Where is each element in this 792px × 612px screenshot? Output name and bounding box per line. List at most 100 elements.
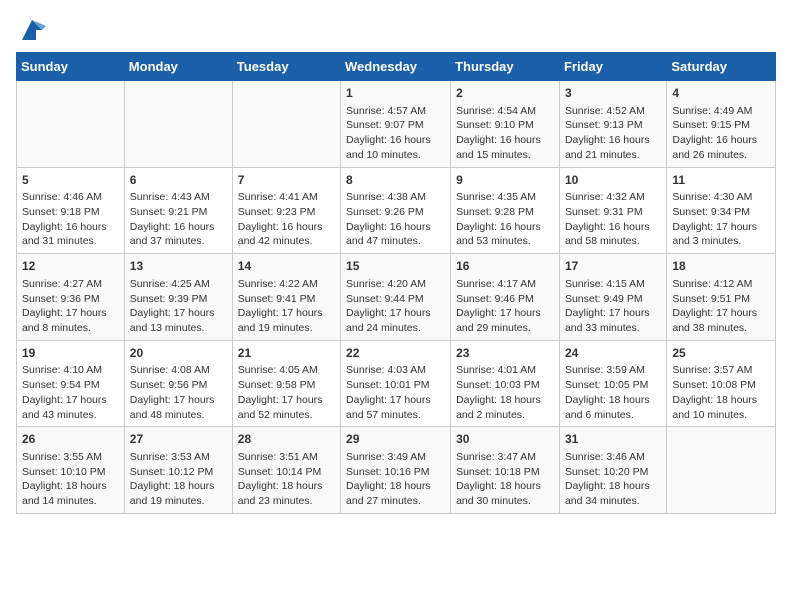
page-header <box>16 16 776 44</box>
calendar-cell: 29 Sunrise: 3:49 AM Sunset: 10:16 PM Dayl… <box>341 427 451 514</box>
calendar-cell: 21 Sunrise: 4:05 AM Sunset: 9:58 PM Dayli… <box>232 340 340 427</box>
day-info: Sunrise: 3:49 AM Sunset: 10:16 PM Daylig… <box>346 451 431 507</box>
calendar-cell: 16Sunrise: 4:17 AM Sunset: 9:46 PM Dayli… <box>451 254 560 341</box>
day-number: 6 <box>130 172 227 189</box>
day-info: Sunrise: 4:10 AM Sunset: 9:54 PM Dayligh… <box>22 364 107 420</box>
day-number: 11 <box>672 172 770 189</box>
day-number: 30 <box>456 431 554 448</box>
calendar-cell: 6Sunrise: 4:43 AM Sunset: 9:21 PM Daylig… <box>124 167 232 254</box>
logo-icon <box>18 16 46 44</box>
calendar-cell: 20Sunrise: 4:08 AM Sunset: 9:56 PM Dayli… <box>124 340 232 427</box>
week-row-1: 1Sunrise: 4:57 AM Sunset: 9:07 PM Daylig… <box>17 81 776 168</box>
calendar-table: SundayMondayTuesdayWednesdayThursdayFrid… <box>16 52 776 514</box>
day-info: Sunrise: 4:01 AM Sunset: 10:03 PM Daylig… <box>456 364 541 420</box>
calendar-cell: 18 Sunrise: 4:12 AM Sunset: 9:51 PM Dayli… <box>667 254 776 341</box>
day-number: 18 <box>672 258 770 275</box>
day-info: Sunrise: 3:47 AM Sunset: 10:18 PM Daylig… <box>456 451 541 507</box>
calendar-cell: 10 Sunrise: 4:32 AM Sunset: 9:31 PM Dayli… <box>559 167 666 254</box>
day-info: Sunrise: 4:30 AM Sunset: 9:34 PM Dayligh… <box>672 191 757 247</box>
day-number: 3 <box>565 85 661 102</box>
day-info: Sunrise: 4:32 AM Sunset: 9:31 PM Dayligh… <box>565 191 650 247</box>
calendar-cell <box>124 81 232 168</box>
day-number: 28 <box>238 431 335 448</box>
calendar-cell: 15 Sunrise: 4:20 AM Sunset: 9:44 PM Dayli… <box>341 254 451 341</box>
calendar-cell: 30 Sunrise: 3:47 AM Sunset: 10:18 PM Dayl… <box>451 427 560 514</box>
day-info: Sunrise: 4:12 AM Sunset: 9:51 PM Dayligh… <box>672 278 757 334</box>
calendar-cell: 22 Sunrise: 4:03 AM Sunset: 10:01 PM Dayl… <box>341 340 451 427</box>
week-row-3: 12Sunrise: 4:27 AM Sunset: 9:36 PM Dayli… <box>17 254 776 341</box>
calendar-cell: 8 Sunrise: 4:38 AM Sunset: 9:26 PM Daylig… <box>341 167 451 254</box>
day-number: 20 <box>130 345 227 362</box>
day-info: Sunrise: 4:05 AM Sunset: 9:58 PM Dayligh… <box>238 364 323 420</box>
day-info: Sunrise: 3:51 AM Sunset: 10:14 PM Daylig… <box>238 451 323 507</box>
day-info: Sunrise: 4:49 AM Sunset: 9:15 PM Dayligh… <box>672 105 757 161</box>
calendar-cell: 4 Sunrise: 4:49 AM Sunset: 9:15 PM Daylig… <box>667 81 776 168</box>
day-number: 9 <box>456 172 554 189</box>
calendar-cell: 9Sunrise: 4:35 AM Sunset: 9:28 PM Daylig… <box>451 167 560 254</box>
day-number: 25 <box>672 345 770 362</box>
calendar-cell <box>667 427 776 514</box>
day-info: Sunrise: 4:46 AM Sunset: 9:18 PM Dayligh… <box>22 191 107 247</box>
day-info: Sunrise: 4:38 AM Sunset: 9:26 PM Dayligh… <box>346 191 431 247</box>
week-row-4: 19 Sunrise: 4:10 AM Sunset: 9:54 PM Dayli… <box>17 340 776 427</box>
day-info: Sunrise: 4:57 AM Sunset: 9:07 PM Dayligh… <box>346 105 431 161</box>
day-number: 17 <box>565 258 661 275</box>
calendar-cell: 23Sunrise: 4:01 AM Sunset: 10:03 PM Dayl… <box>451 340 560 427</box>
calendar-cell: 3 Sunrise: 4:52 AM Sunset: 9:13 PM Daylig… <box>559 81 666 168</box>
day-number: 14 <box>238 258 335 275</box>
day-header-saturday: Saturday <box>667 53 776 81</box>
day-header-wednesday: Wednesday <box>341 53 451 81</box>
day-number: 2 <box>456 85 554 102</box>
calendar-cell <box>17 81 125 168</box>
day-info: Sunrise: 4:20 AM Sunset: 9:44 PM Dayligh… <box>346 278 431 334</box>
day-number: 21 <box>238 345 335 362</box>
day-number: 29 <box>346 431 445 448</box>
day-number: 7 <box>238 172 335 189</box>
calendar-cell: 25 Sunrise: 3:57 AM Sunset: 10:08 PM Dayl… <box>667 340 776 427</box>
calendar-cell: 12Sunrise: 4:27 AM Sunset: 9:36 PM Dayli… <box>17 254 125 341</box>
day-number: 4 <box>672 85 770 102</box>
calendar-cell: 13 Sunrise: 4:25 AM Sunset: 9:39 PM Dayli… <box>124 254 232 341</box>
day-number: 5 <box>22 172 119 189</box>
day-info: Sunrise: 3:57 AM Sunset: 10:08 PM Daylig… <box>672 364 757 420</box>
day-info: Sunrise: 4:22 AM Sunset: 9:41 PM Dayligh… <box>238 278 323 334</box>
calendar-cell: 19 Sunrise: 4:10 AM Sunset: 9:54 PM Dayli… <box>17 340 125 427</box>
calendar-cell: 28 Sunrise: 3:51 AM Sunset: 10:14 PM Dayl… <box>232 427 340 514</box>
day-info: Sunrise: 4:03 AM Sunset: 10:01 PM Daylig… <box>346 364 431 420</box>
week-row-2: 5 Sunrise: 4:46 AM Sunset: 9:18 PM Daylig… <box>17 167 776 254</box>
calendar-cell: 11 Sunrise: 4:30 AM Sunset: 9:34 PM Dayli… <box>667 167 776 254</box>
day-number: 13 <box>130 258 227 275</box>
calendar-cell: 31 Sunrise: 3:46 AM Sunset: 10:20 PM Dayl… <box>559 427 666 514</box>
day-number: 8 <box>346 172 445 189</box>
day-info: Sunrise: 3:55 AM Sunset: 10:10 PM Daylig… <box>22 451 107 507</box>
day-number: 24 <box>565 345 661 362</box>
day-info: Sunrise: 3:46 AM Sunset: 10:20 PM Daylig… <box>565 451 650 507</box>
day-number: 26 <box>22 431 119 448</box>
calendar-cell: 5 Sunrise: 4:46 AM Sunset: 9:18 PM Daylig… <box>17 167 125 254</box>
day-info: Sunrise: 4:41 AM Sunset: 9:23 PM Dayligh… <box>238 191 323 247</box>
day-number: 15 <box>346 258 445 275</box>
day-header-tuesday: Tuesday <box>232 53 340 81</box>
day-number: 19 <box>22 345 119 362</box>
calendar-cell: 27Sunrise: 3:53 AM Sunset: 10:12 PM Dayl… <box>124 427 232 514</box>
day-info: Sunrise: 4:25 AM Sunset: 9:39 PM Dayligh… <box>130 278 215 334</box>
calendar-cell: 7 Sunrise: 4:41 AM Sunset: 9:23 PM Daylig… <box>232 167 340 254</box>
calendar-cell: 14 Sunrise: 4:22 AM Sunset: 9:41 PM Dayli… <box>232 254 340 341</box>
calendar-header-row: SundayMondayTuesdayWednesdayThursdayFrid… <box>17 53 776 81</box>
week-row-5: 26 Sunrise: 3:55 AM Sunset: 10:10 PM Dayl… <box>17 427 776 514</box>
calendar-cell <box>232 81 340 168</box>
day-info: Sunrise: 4:15 AM Sunset: 9:49 PM Dayligh… <box>565 278 650 334</box>
calendar-cell: 2 Sunrise: 4:54 AM Sunset: 9:10 PM Daylig… <box>451 81 560 168</box>
calendar-cell: 1Sunrise: 4:57 AM Sunset: 9:07 PM Daylig… <box>341 81 451 168</box>
day-header-thursday: Thursday <box>451 53 560 81</box>
day-number: 31 <box>565 431 661 448</box>
day-number: 10 <box>565 172 661 189</box>
day-header-sunday: Sunday <box>17 53 125 81</box>
day-number: 22 <box>346 345 445 362</box>
day-info: Sunrise: 4:54 AM Sunset: 9:10 PM Dayligh… <box>456 105 541 161</box>
day-info: Sunrise: 3:59 AM Sunset: 10:05 PM Daylig… <box>565 364 650 420</box>
day-number: 12 <box>22 258 119 275</box>
day-info: Sunrise: 4:52 AM Sunset: 9:13 PM Dayligh… <box>565 105 650 161</box>
day-number: 27 <box>130 431 227 448</box>
logo <box>16 16 46 44</box>
